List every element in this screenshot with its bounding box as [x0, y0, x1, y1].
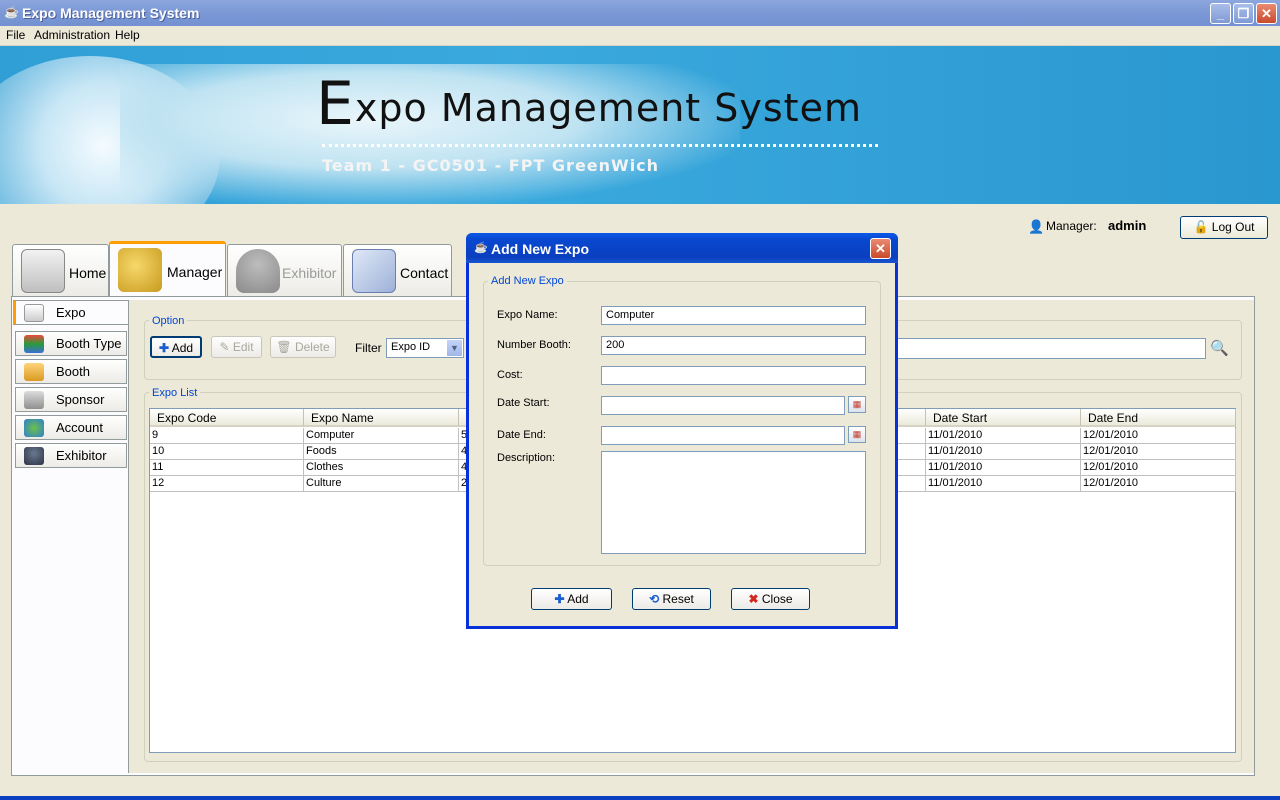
filter-select[interactable]: Expo ID ▼	[386, 338, 464, 358]
logout-button[interactable]: 🔓 Log Out	[1180, 216, 1268, 239]
plus-icon: ✚	[158, 341, 170, 355]
sidebar-item-exhibitor[interactable]: Exhibitor	[15, 443, 127, 468]
chevron-down-icon[interactable]: ▼	[447, 340, 462, 356]
number-booth-field[interactable]: 200	[601, 336, 866, 355]
refresh-icon: ⟲	[649, 592, 660, 606]
description-label: Description:	[497, 452, 556, 464]
option-group-label: Option	[149, 315, 188, 327]
exhibitor-icon	[24, 447, 44, 465]
java-app-icon: ☕	[4, 5, 19, 19]
pencil-icon: ✎	[219, 340, 230, 354]
sidebar-item-booth[interactable]: Booth	[15, 359, 127, 384]
number-booth-label: Number Booth:	[497, 339, 571, 351]
column-header-date-start[interactable]: Date Start	[926, 409, 1081, 427]
tab-manager[interactable]: Manager	[109, 241, 226, 297]
calendar-icon[interactable]: ▦	[848, 396, 866, 413]
key-user-icon	[118, 248, 162, 292]
x-icon: ✖	[748, 592, 759, 606]
menu-help[interactable]: Help	[115, 28, 140, 42]
cost-label: Cost:	[497, 369, 523, 381]
sidebar-item-account[interactable]: Account	[15, 415, 127, 440]
handshake-icon	[24, 391, 44, 409]
filter-label: Filter	[355, 341, 382, 355]
sidebar-item-booth-type[interactable]: Booth Type	[15, 331, 127, 356]
window-title: Expo Management System	[22, 5, 200, 21]
search-icon[interactable]: 🔍	[1210, 339, 1229, 357]
dialog-close-button[interactable]: ✖ Close	[731, 588, 810, 610]
edit-button[interactable]: ✎ Edit	[211, 336, 262, 358]
dialog-add-button[interactable]: ✚ Add	[531, 588, 612, 610]
dialog-title: Add New Expo	[491, 241, 590, 257]
add-button[interactable]: ✚ Add	[150, 336, 202, 358]
maximize-button[interactable]: ❐	[1233, 3, 1254, 24]
sidebar-item-sponsor[interactable]: Sponsor	[15, 387, 127, 412]
add-expo-dialog: ☕ Add New Expo ✕ Add New Expo Expo Name:…	[466, 233, 898, 629]
column-header-expo-name[interactable]: Expo Name	[304, 409, 459, 427]
booth-icon	[24, 363, 44, 381]
tab-exhibitor[interactable]: Exhibitor	[227, 244, 342, 297]
tab-contact[interactable]: Contact	[343, 244, 452, 297]
description-textarea[interactable]	[601, 451, 866, 554]
expo-name-label: Expo Name:	[497, 309, 558, 321]
banner-divider	[322, 144, 878, 147]
banner-subtitle: Team 1 - GC0501 - FPT GreenWich	[322, 156, 660, 175]
dialog-close-icon[interactable]: ✕	[870, 238, 891, 259]
role-label: Manager:	[1046, 219, 1097, 233]
date-end-label: Date End:	[497, 429, 546, 441]
date-start-label: Date Start:	[497, 397, 550, 409]
taskbar-edge	[0, 796, 1280, 800]
username: admin	[1108, 218, 1147, 233]
logout-icon: 🔓	[1193, 220, 1209, 234]
column-header-expo-code[interactable]: Expo Code	[150, 409, 304, 427]
expo-name-field[interactable]: Computer	[601, 306, 866, 325]
window-close-button[interactable]: ✕	[1256, 3, 1277, 24]
plus-icon: ✚	[554, 592, 565, 606]
banner-title: Expo Management System	[316, 69, 862, 139]
delete-button[interactable]: 🗑 Delete	[270, 336, 336, 358]
home-icon	[21, 249, 65, 293]
expo-list-label: Expo List	[149, 387, 201, 399]
menu-administration[interactable]: Administration	[34, 28, 110, 42]
sidebar-item-expo[interactable]: Expo	[13, 300, 129, 325]
dialog-reset-button[interactable]: ⟲ Reset	[632, 588, 711, 610]
date-start-field[interactable]	[601, 396, 845, 415]
window-title-bar: ☕ Expo Management System _ ❐ ✕	[0, 0, 1280, 26]
dialog-title-bar: ☕ Add New Expo ✕	[466, 233, 898, 263]
tab-home[interactable]: Home	[12, 244, 109, 297]
date-end-field[interactable]	[601, 426, 845, 445]
cost-field[interactable]	[601, 366, 866, 385]
person-icon	[236, 249, 280, 293]
menu-file[interactable]: File	[6, 28, 25, 42]
minimize-button[interactable]: _	[1210, 3, 1231, 24]
menu-bar: File Administration Help	[0, 26, 1280, 46]
header-banner: Expo Management System Team 1 - GC0501 -…	[0, 46, 1280, 204]
calendar-icon[interactable]: ▦	[848, 426, 866, 443]
user-icon: 👤	[1028, 219, 1045, 234]
checklist-icon	[352, 249, 396, 293]
column-header-date-end[interactable]: Date End	[1081, 409, 1236, 427]
box-icon	[24, 304, 44, 322]
booth-type-icon	[24, 335, 44, 353]
users-icon	[24, 419, 44, 437]
java-app-icon: ☕	[474, 242, 488, 254]
search-input[interactable]	[880, 338, 1206, 359]
trash-icon: 🗑	[276, 340, 292, 354]
dialog-group-label: Add New Expo	[488, 275, 567, 287]
